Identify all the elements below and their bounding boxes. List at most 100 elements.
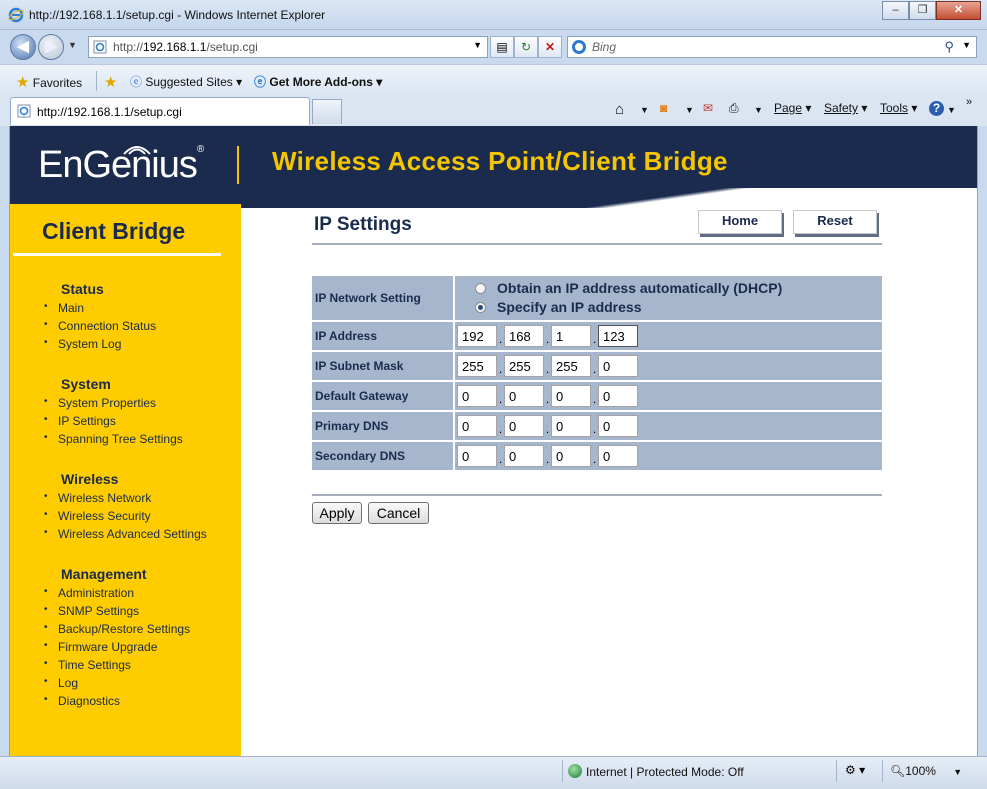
search-box[interactable]: Bing ⚲ ▼ [567, 36, 977, 58]
gateway-octet-1[interactable] [457, 385, 497, 407]
restore-button[interactable]: ❐ [909, 1, 936, 20]
protected-mode-icon[interactable]: ⚙ ▾ [845, 763, 865, 777]
subnet-mask-octet-2[interactable] [504, 355, 544, 377]
primary-dns-octet-1[interactable] [457, 415, 497, 437]
ip-address-octet-1[interactable] [457, 325, 497, 347]
dhcp-radio[interactable] [475, 283, 486, 294]
subnet-mask-label: IP Subnet Mask [312, 352, 455, 380]
home-icon[interactable]: ⌂ [615, 101, 624, 118]
heading-divider [312, 243, 882, 245]
ip-address-octet-3[interactable] [551, 325, 591, 347]
table-row: IP Subnet Mask . . . [312, 352, 882, 380]
static-ip-radio[interactable] [475, 302, 486, 313]
gateway-octet-3[interactable] [551, 385, 591, 407]
gateway-octet-2[interactable] [504, 385, 544, 407]
favorites-bar: ★ Favorites ★ ⓔ Suggested Sites ▾ ⓔ Get … [0, 64, 987, 96]
minimize-button[interactable]: – [882, 1, 909, 20]
address-dropdown-icon[interactable]: ▼ [473, 40, 482, 50]
feeds-dropdown-icon[interactable]: ▼ [685, 105, 694, 115]
primary-dns-octet-3[interactable] [551, 415, 591, 437]
sidebar-item-backup-restore[interactable]: • Backup/Restore Settings [44, 622, 190, 636]
dhcp-option[interactable]: Obtain an IP address automatically (DHCP… [455, 279, 882, 298]
tab-setup[interactable]: http://192.168.1.1/setup.cgi [10, 97, 310, 125]
cancel-button[interactable]: Cancel [368, 502, 429, 524]
print-dropdown-icon[interactable]: ▼ [754, 105, 763, 115]
sidebar-item-wireless-security[interactable]: • Wireless Security [44, 509, 151, 523]
close-button[interactable]: ✕ [936, 1, 981, 20]
gateway-octet-4[interactable] [598, 385, 638, 407]
search-icon[interactable]: ⚲ [944, 39, 954, 55]
help-icon[interactable]: ? [929, 101, 944, 116]
product-title: Wireless Access Point/Client Bridge [272, 146, 728, 176]
ip-address-fields: . . . [455, 325, 882, 347]
primary-dns-octet-2[interactable] [504, 415, 544, 437]
secondary-dns-octet-2[interactable] [504, 445, 544, 467]
subnet-mask-octet-1[interactable] [457, 355, 497, 377]
compatibility-view-icon[interactable]: ▤ [490, 36, 514, 58]
recent-pages-dropdown-icon[interactable]: ▼ [68, 40, 77, 50]
favorites-button[interactable]: ★ Favorites [16, 73, 82, 91]
feeds-icon[interactable]: ◙ [660, 101, 667, 115]
sidebar-item-main[interactable]: • Main [44, 301, 84, 315]
new-tab-button[interactable] [312, 99, 342, 124]
banner-divider [237, 146, 239, 184]
back-button[interactable]: ◀ [10, 34, 36, 60]
stop-icon[interactable]: ✕ [538, 36, 562, 58]
reset-button[interactable]: Reset [793, 210, 877, 234]
tools-menu[interactable]: Tools ▾ [880, 101, 917, 115]
zoom-level[interactable]: 🔍︎100% ▼ [890, 764, 962, 778]
sidebar-item-wireless-network[interactable]: • Wireless Network [44, 491, 151, 505]
sidebar-item-time-settings[interactable]: • Time Settings [44, 658, 131, 672]
add-to-favorites-bar-icon[interactable]: ★ [104, 73, 117, 91]
sidebar-item-log[interactable]: • Log [44, 676, 78, 690]
forward-button[interactable]: ▶ [38, 34, 64, 60]
apply-button[interactable]: Apply [312, 502, 362, 524]
ie-page-icon: ⓔ [254, 75, 267, 89]
table-row: IP Address . . . [312, 322, 882, 350]
page-menu[interactable]: Page ▾ [774, 101, 811, 115]
sidebar-item-connection-status[interactable]: • Connection Status [44, 319, 156, 333]
sidebar-item-system-log[interactable]: • System Log [44, 337, 121, 351]
sidebar-item-diagnostics[interactable]: • Diagnostics [44, 694, 120, 708]
ip-address-octet-2[interactable] [504, 325, 544, 347]
address-bar[interactable]: http://192.168.1.1/setup.cgi ▼ [88, 36, 488, 58]
form-divider [312, 494, 882, 496]
ip-address-octet-4[interactable] [598, 325, 638, 347]
home-dropdown-icon[interactable]: ▼ [640, 105, 649, 115]
read-mail-icon[interactable]: ✉ [703, 101, 713, 115]
subnet-mask-octet-3[interactable] [551, 355, 591, 377]
print-icon[interactable]: ⎙ [729, 101, 739, 116]
sidebar-item-spanning-tree[interactable]: • Spanning Tree Settings [44, 432, 183, 446]
star-icon: ★ [16, 74, 30, 91]
refresh-icon[interactable]: ↻ [514, 36, 538, 58]
safety-menu[interactable]: Safety ▾ [824, 101, 867, 115]
help-dropdown-icon[interactable]: ▼ [947, 105, 956, 115]
bing-icon [572, 40, 586, 54]
secondary-dns-label: Secondary DNS [312, 442, 455, 470]
suggested-sites-button[interactable]: ⓔ Suggested Sites ▾ [130, 73, 242, 90]
security-zone[interactable]: Internet | Protected Mode: Off [568, 764, 744, 779]
sidebar-item-ip-settings[interactable]: • IP Settings [44, 414, 116, 428]
secondary-dns-octet-3[interactable] [551, 445, 591, 467]
search-options-dropdown-icon[interactable]: ▼ [962, 40, 971, 50]
status-bar: Internet | Protected Mode: Off ⚙ ▾ 🔍︎100… [0, 756, 987, 789]
sidebar-item-system-properties[interactable]: • System Properties [44, 396, 156, 410]
nav-group-title: System [61, 376, 111, 392]
get-addons-button[interactable]: ⓔ Get More Add-ons ▾ [254, 73, 382, 90]
page-icon [17, 104, 31, 118]
sidebar-item-administration[interactable]: • Administration [44, 586, 134, 600]
subnet-mask-octet-4[interactable] [598, 355, 638, 377]
static-ip-option[interactable]: Specify an IP address [455, 298, 882, 317]
sidebar-title-underline [13, 253, 221, 256]
secondary-dns-octet-4[interactable] [598, 445, 638, 467]
sidebar-item-snmp-settings[interactable]: • SNMP Settings [44, 604, 139, 618]
secondary-dns-octet-1[interactable] [457, 445, 497, 467]
primary-dns-octet-4[interactable] [598, 415, 638, 437]
sidebar-item-firmware-upgrade[interactable]: • Firmware Upgrade [44, 640, 157, 654]
chevron-more-icon[interactable]: » [966, 96, 972, 108]
sidebar-item-wireless-advanced[interactable]: • Wireless Advanced Settings [44, 527, 207, 541]
dhcp-option-label: Obtain an IP address automatically (DHCP… [497, 280, 783, 296]
window-controls: – ❐ ✕ [882, 1, 981, 20]
home-button[interactable]: Home [698, 210, 782, 234]
web-page: EnGenius® Wireless Access Point/Client B… [9, 126, 978, 756]
